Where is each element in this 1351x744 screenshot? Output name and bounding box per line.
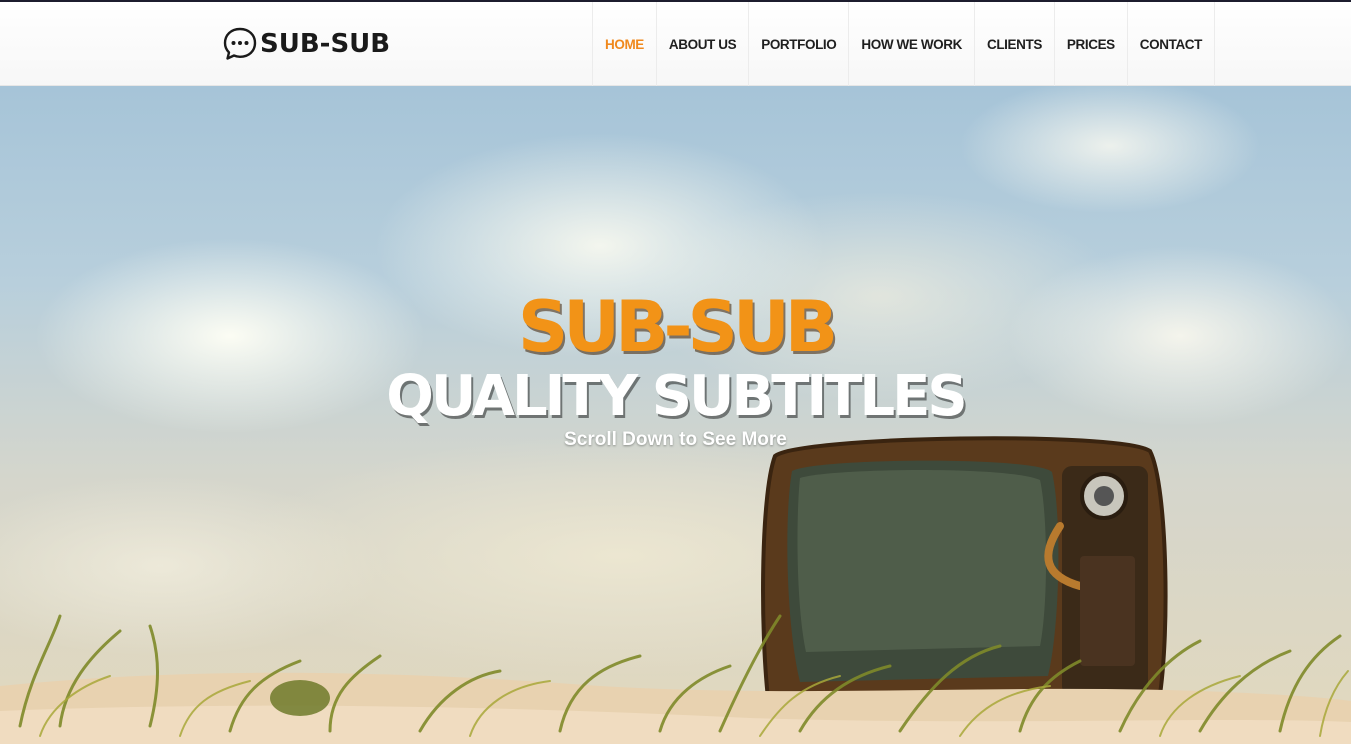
nav-item-portfolio[interactable]: PORTFOLIO xyxy=(749,2,850,86)
brand-name: SUB-SUB xyxy=(260,29,391,59)
main-nav: HOME ABOUT US PORTFOLIO HOW WE WORK CLIE… xyxy=(592,2,1215,86)
nav-item-clients[interactable]: CLIENTS xyxy=(975,2,1055,86)
hero-subtitle: QUALITY SUBTITLES xyxy=(386,364,967,429)
scroll-down-link[interactable]: Scroll Down to See More xyxy=(0,429,1351,451)
nav-item-home[interactable]: HOME xyxy=(593,2,657,86)
nav-item-prices[interactable]: PRICES xyxy=(1055,2,1128,86)
nav-item-how-we-work[interactable]: HOW WE WORK xyxy=(849,2,975,86)
nav-item-contact[interactable]: CONTACT xyxy=(1128,2,1215,86)
site-header: SUB-SUB HOME ABOUT US PORTFOLIO HOW WE W… xyxy=(0,2,1351,86)
hero-section: SUB-SUB QUALITY SUBTITLES Scroll Down to… xyxy=(0,86,1351,744)
site-logo[interactable]: SUB-SUB xyxy=(222,24,390,64)
hero-title: SUB-SUB xyxy=(517,286,838,368)
nav-item-about-us[interactable]: ABOUT US xyxy=(657,2,750,86)
speech-bubble-icon xyxy=(223,27,257,60)
retro-tv-illustration xyxy=(761,436,1168,717)
